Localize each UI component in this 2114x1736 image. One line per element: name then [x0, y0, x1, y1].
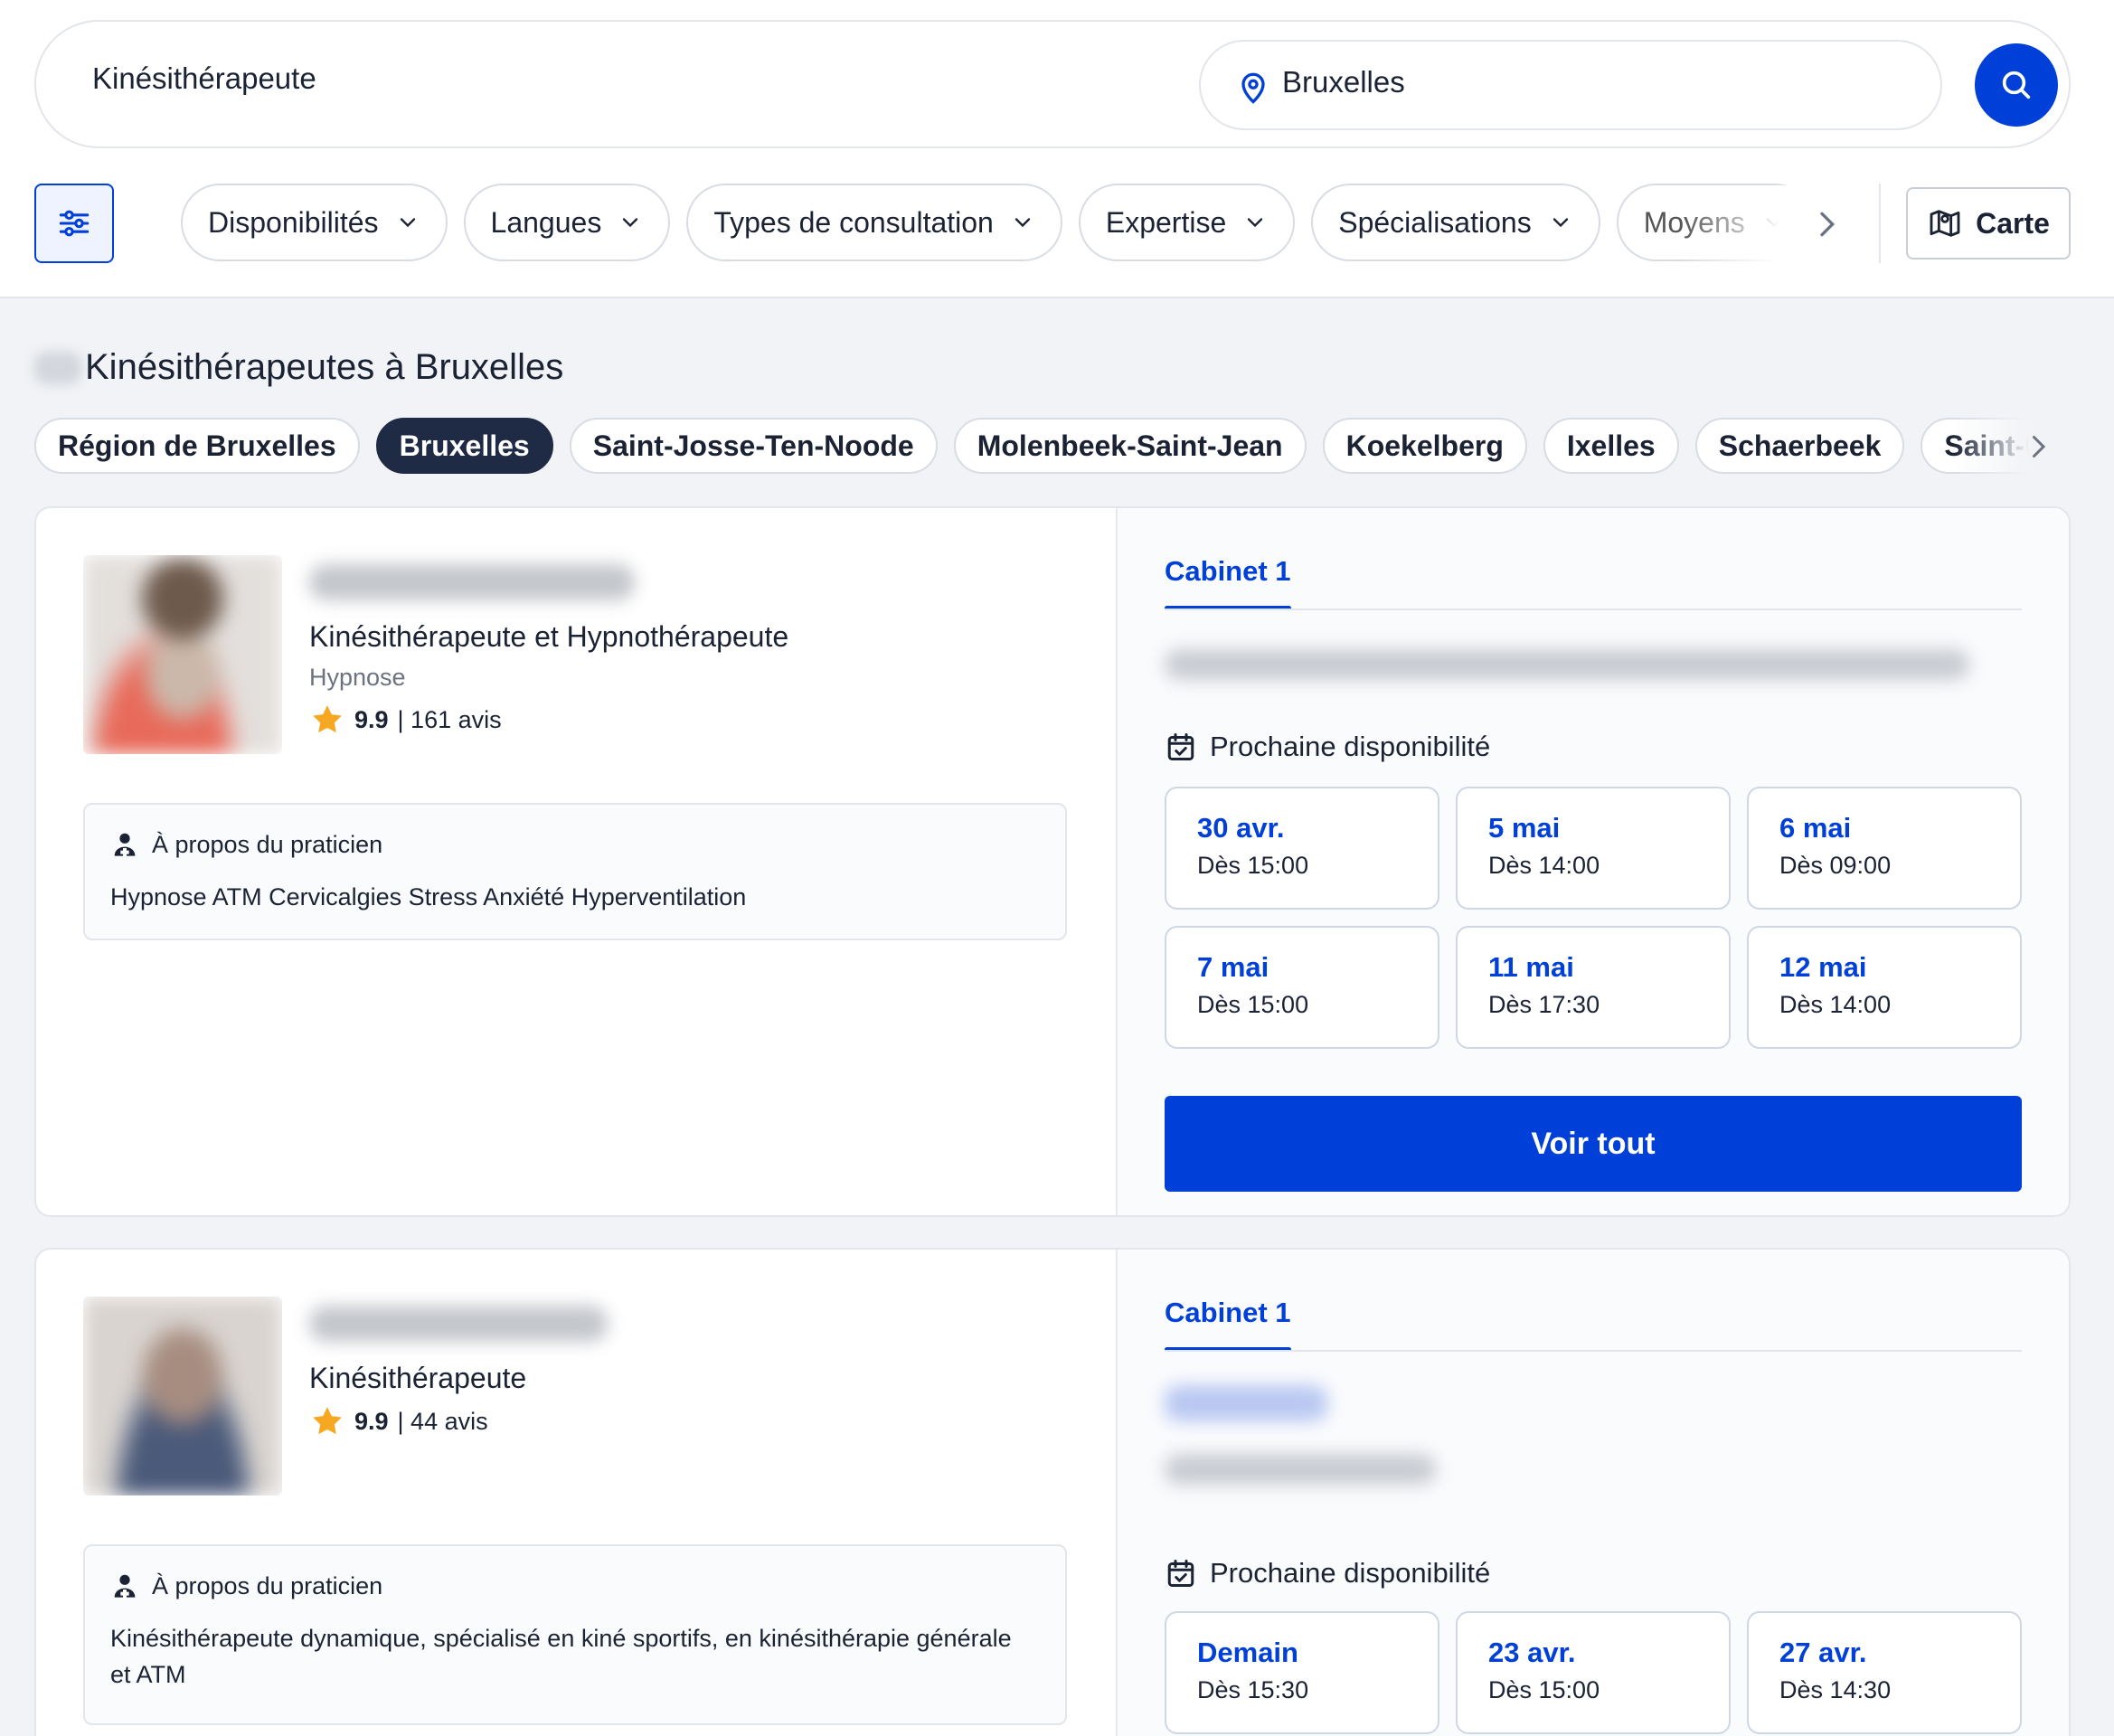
star-icon [313, 705, 342, 733]
map-button[interactable]: Carte [1906, 187, 2071, 259]
filter-chip-specialisations[interactable]: Spécialisations [1311, 184, 1600, 261]
map-icon [1930, 210, 1960, 237]
city-chip[interactable]: Molenbeek-Saint-Jean [953, 418, 1307, 474]
tab-separator [1165, 1350, 2022, 1352]
filter-chips: Disponibilités Langues Types de consulta… [181, 184, 1845, 263]
availability-slots: Demain Dès 15:30 23 avr. Dès 15:00 27 avr.… [1165, 1611, 2022, 1734]
location-field[interactable] [1199, 40, 1942, 130]
filter-chip-langues[interactable]: Langues [463, 184, 671, 261]
availability-slot[interactable]: 5 mai Dès 14:00 [1456, 787, 1731, 910]
practitioner-photo[interactable] [83, 555, 282, 754]
chevron-down-icon [1248, 218, 1263, 228]
location-input[interactable] [1282, 65, 1825, 99]
address-blurred [1165, 1454, 1436, 1485]
divider [1879, 184, 1881, 263]
chevron-right-icon[interactable] [1808, 206, 1845, 242]
chevron-down-icon [400, 218, 415, 228]
practitioner-rating: 9.9 | 161 avis [309, 702, 502, 738]
city-chip[interactable]: Région de Bruxelles [34, 418, 360, 474]
city-chip[interactable]: Koekelberg [1322, 418, 1527, 474]
practitioner-specialty: Kinésithérapeute et Hypnothérapeute [309, 620, 789, 653]
city-chip-active[interactable]: Bruxelles [375, 418, 553, 474]
chevron-down-icon [1015, 218, 1031, 228]
tab-cabinet-1[interactable]: Cabinet 1 [1165, 1297, 1291, 1329]
practitioner-name-blurred[interactable] [309, 1306, 608, 1342]
tab-separator [1165, 609, 2022, 610]
top-bar: Disponibilités Langues Types de consulta… [0, 0, 2114, 298]
star-icon [313, 1407, 342, 1435]
city-chip[interactable]: Saint-Josse-Ten-Noode [569, 418, 938, 474]
availability-slot[interactable]: 12 mai Dès 14:00 [1747, 926, 2022, 1049]
results-count-blurred [34, 351, 81, 384]
calendar-check-icon [1167, 1560, 1194, 1587]
location-pin-icon [1241, 72, 1265, 104]
tab-cabinet-1[interactable]: Cabinet 1 [1165, 555, 1291, 588]
practitioner-specialty: Kinésithérapeute [309, 1362, 527, 1394]
about-practitioner: À propos du praticien Hypnose ATM Cervic… [83, 803, 1067, 940]
availability-slot[interactable]: 11 mai Dès 17:30 [1456, 926, 1731, 1049]
availability-slot[interactable]: 27 avr. Dès 14:30 [1747, 1611, 2022, 1734]
clinic-link-blurred[interactable] [1165, 1385, 1327, 1421]
address-blurred [1165, 649, 1969, 680]
practitioner-name-blurred[interactable] [309, 564, 635, 600]
availability-slot[interactable]: 7 mai Dès 15:00 [1165, 926, 1439, 1049]
search-bar [34, 20, 2071, 148]
filters-button[interactable] [34, 184, 114, 263]
specialty-search-input[interactable] [92, 61, 1177, 96]
filter-chip-types-consultation[interactable]: Types de consultation [686, 184, 1062, 261]
see-all-button[interactable]: Voir tout [1165, 1096, 2022, 1192]
availability-slot[interactable]: 23 avr. Dès 15:00 [1456, 1611, 1731, 1734]
availability-slot[interactable]: 6 mai Dès 09:00 [1747, 787, 2022, 910]
filter-chip-disponibilites[interactable]: Disponibilités [181, 184, 448, 261]
availability-slot[interactable]: 30 avr. Dès 15:00 [1165, 787, 1439, 910]
practitioner-card: Kinésithérapeute et Hypnothérapeute Hypn… [34, 506, 2071, 1217]
search-icon [2002, 71, 2031, 99]
doctor-icon [114, 1574, 136, 1599]
next-availability-header: Prochaine disponibilité [1165, 1557, 1490, 1590]
next-availability-header: Prochaine disponibilité [1165, 731, 1490, 763]
city-chip[interactable]: Ixelles [1543, 418, 1679, 474]
city-chip[interactable]: Schaerbeek [1694, 418, 1905, 474]
sliders-icon [59, 210, 90, 237]
availability-slots: 30 avr. Dès 15:00 5 mai Dès 14:00 6 mai Dès… [1165, 787, 2022, 1049]
chevron-right-icon[interactable] [2022, 430, 2054, 463]
practitioner-subtitle: Hypnose [309, 664, 406, 691]
results-title: Kinésithérapeutes à Bruxelles [34, 347, 563, 388]
city-chips: Région de Bruxelles Bruxelles Saint-Joss… [34, 418, 2042, 474]
chevron-down-icon [1552, 218, 1568, 228]
search-button[interactable] [1975, 43, 2058, 127]
practitioner-card: Kinésithérapeute 9.9 | 44 avis À propos … [34, 1248, 2071, 1736]
doctor-icon [114, 833, 136, 857]
practitioner-photo[interactable] [83, 1297, 282, 1495]
filter-chip-expertise[interactable]: Expertise [1078, 184, 1296, 261]
chevron-down-icon [623, 218, 638, 228]
availability-slot[interactable]: Demain Dès 15:30 [1165, 1611, 1439, 1734]
about-practitioner: À propos du praticien Kinésithérapeute d… [83, 1544, 1067, 1725]
calendar-check-icon [1167, 733, 1194, 760]
practitioner-rating: 9.9 | 44 avis [309, 1403, 488, 1439]
